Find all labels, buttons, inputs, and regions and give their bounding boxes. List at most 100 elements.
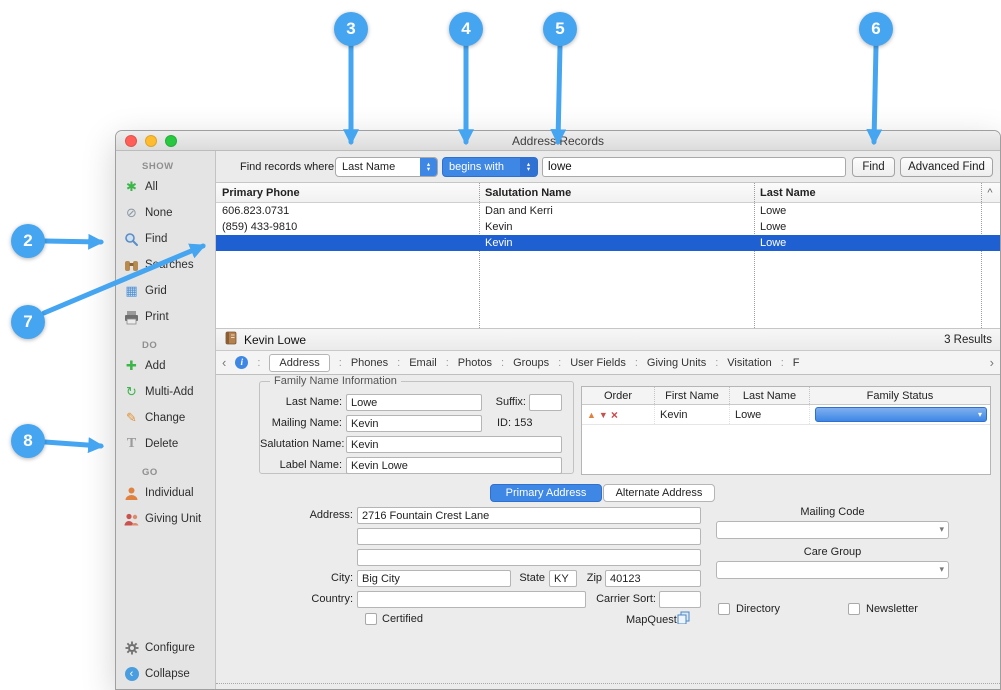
sidebar-item-none[interactable]: ⊘ None	[116, 200, 215, 226]
field-selector-dropdown[interactable]: Last Name ▴▾	[335, 157, 438, 177]
member-last-name: Lowe	[730, 405, 810, 424]
mailing-code-label: Mailing Code	[716, 504, 949, 521]
column-header-last-name[interactable]: Last Name	[754, 187, 981, 199]
address-line1-field[interactable]	[357, 507, 701, 524]
mailing-code-dropdown[interactable]: ▾	[716, 521, 949, 539]
sidebar-item-label: Delete	[145, 438, 178, 450]
address-line2-field[interactable]	[357, 528, 701, 545]
sidebar-section-do: DO	[116, 330, 215, 353]
tab-primary-address[interactable]: Primary Address	[490, 484, 602, 502]
sidebar-item-label: Configure	[145, 642, 195, 654]
country-label: Country:	[273, 591, 353, 608]
state-field[interactable]	[549, 570, 577, 587]
tab-alternate-address[interactable]: Alternate Address	[603, 484, 715, 502]
sidebar-item-individual[interactable]: Individual	[116, 480, 215, 506]
tab-email[interactable]: Email	[409, 357, 437, 369]
address-line3-field[interactable]	[357, 549, 701, 566]
remove-member-icon[interactable]: ×	[611, 408, 618, 422]
tab-user-fields[interactable]: User Fields	[570, 357, 626, 369]
mailing-name-field[interactable]	[346, 415, 482, 432]
tab-scroll-left-icon[interactable]: ‹	[222, 355, 226, 370]
sidebar-item-all[interactable]: ✱ All	[116, 174, 215, 200]
sidebar-item-multi-add[interactable]: ↻ Multi-Add	[116, 379, 215, 405]
sidebar-item-grid[interactable]: ▦ Grid	[116, 278, 215, 304]
result-row-selected[interactable]: Kevin Lowe	[216, 235, 1000, 251]
minimize-button[interactable]	[145, 135, 157, 147]
newsletter-label: Newsletter	[866, 601, 918, 618]
sidebar-item-print[interactable]: Print	[116, 304, 215, 330]
window-bottom-edge	[216, 683, 1000, 684]
tab-phones[interactable]: Phones	[351, 357, 388, 369]
family-status-dropdown[interactable]: ▾	[815, 407, 987, 422]
carrier-sort-field[interactable]	[659, 591, 701, 608]
tab-address[interactable]: Address	[269, 354, 329, 372]
sidebar-item-label: All	[145, 181, 158, 193]
city-field[interactable]	[357, 570, 511, 587]
mapquest-link[interactable]: MapQuest	[626, 612, 677, 629]
close-button[interactable]	[125, 135, 137, 147]
callout-badge-8: 8	[11, 424, 45, 458]
operator-selector-value: begins with	[443, 158, 520, 176]
sidebar-item-change[interactable]: ✎ Change	[116, 405, 215, 431]
tab-separator: :	[397, 357, 400, 369]
tab-photos[interactable]: Photos	[458, 357, 492, 369]
state-label: State	[513, 570, 545, 587]
care-group-dropdown[interactable]: ▾	[716, 561, 949, 579]
result-row[interactable]: (859) 433-9810 Kevin Lowe	[216, 219, 1000, 235]
sidebar-item-find[interactable]: Find	[116, 226, 215, 252]
zoom-button[interactable]	[165, 135, 177, 147]
window-title: Address Records	[116, 134, 1000, 148]
sidebar-item-label: Individual	[145, 487, 194, 499]
chevron-up-down-icon: ▴▾	[420, 158, 437, 176]
result-row[interactable]: 606.823.0731 Dan and Kerri Lowe	[216, 203, 1000, 219]
last-name-field[interactable]	[346, 394, 482, 411]
salutation-cell: Dan and Kerri	[479, 205, 754, 217]
copy-icon[interactable]	[677, 611, 690, 627]
certified-checkbox[interactable]	[365, 613, 377, 625]
primary-phone-cell: (859) 433-9810	[216, 221, 479, 233]
sort-indicator[interactable]: ^	[981, 187, 999, 199]
sidebar-item-add[interactable]: ✚ Add	[116, 353, 215, 379]
zip-field[interactable]	[605, 570, 701, 587]
address-book-icon	[224, 331, 238, 348]
info-icon[interactable]: i	[235, 356, 248, 369]
delete-stamp-icon: T	[123, 436, 140, 452]
column-header-salutation-name[interactable]: Salutation Name	[479, 187, 754, 199]
tab-groups[interactable]: Groups	[513, 357, 549, 369]
advanced-find-button[interactable]: Advanced Find	[900, 157, 993, 177]
family-icon	[123, 512, 140, 527]
column-header-order: Order	[582, 387, 655, 404]
callout-badge-3: 3	[334, 12, 368, 46]
address-form: Family Name Information Last Name: Suffi…	[216, 375, 1000, 689]
tab-scroll-right-icon[interactable]: ›	[990, 355, 994, 370]
operator-selector-dropdown[interactable]: begins with ▴▾	[442, 157, 538, 177]
person-icon	[123, 486, 140, 501]
move-down-icon[interactable]: ▼	[599, 410, 608, 420]
tab-visitation[interactable]: Visitation	[727, 357, 771, 369]
sidebar-item-configure[interactable]: Configure	[116, 635, 215, 661]
search-input[interactable]	[542, 157, 846, 177]
sidebar-item-collapse[interactable]: ‹ Collapse	[116, 661, 215, 687]
move-up-icon[interactable]: ▲	[587, 410, 596, 420]
directory-checkbox[interactable]	[718, 603, 730, 615]
sidebar-item-delete[interactable]: T Delete	[116, 431, 215, 457]
magnifier-icon	[123, 232, 140, 247]
family-name-information-group: Family Name Information Last Name: Suffi…	[259, 381, 574, 474]
sidebar-item-label: None	[145, 207, 173, 219]
tab-giving-units[interactable]: Giving Units	[647, 357, 706, 369]
newsletter-checkbox[interactable]	[848, 603, 860, 615]
salutation-name-field[interactable]	[346, 436, 562, 453]
sidebar-item-giving-unit[interactable]: Giving Unit	[116, 506, 215, 532]
column-header-primary-phone[interactable]: Primary Phone	[216, 187, 479, 199]
sidebar-item-searches[interactable]: Searches	[116, 252, 215, 278]
tab-partial[interactable]: F	[793, 357, 800, 369]
group-legend: Family Name Information	[270, 375, 401, 387]
member-row[interactable]: ▲▼× Kevin Lowe ▾	[582, 405, 990, 425]
members-header-row: Order First Name Last Name Family Status	[582, 387, 990, 405]
country-field[interactable]	[357, 591, 586, 608]
suffix-field[interactable]	[529, 394, 562, 411]
salutation-cell: Kevin	[479, 221, 754, 233]
find-button[interactable]: Find	[852, 157, 895, 177]
label-name-field[interactable]	[346, 457, 562, 474]
tab-separator: :	[781, 357, 784, 369]
